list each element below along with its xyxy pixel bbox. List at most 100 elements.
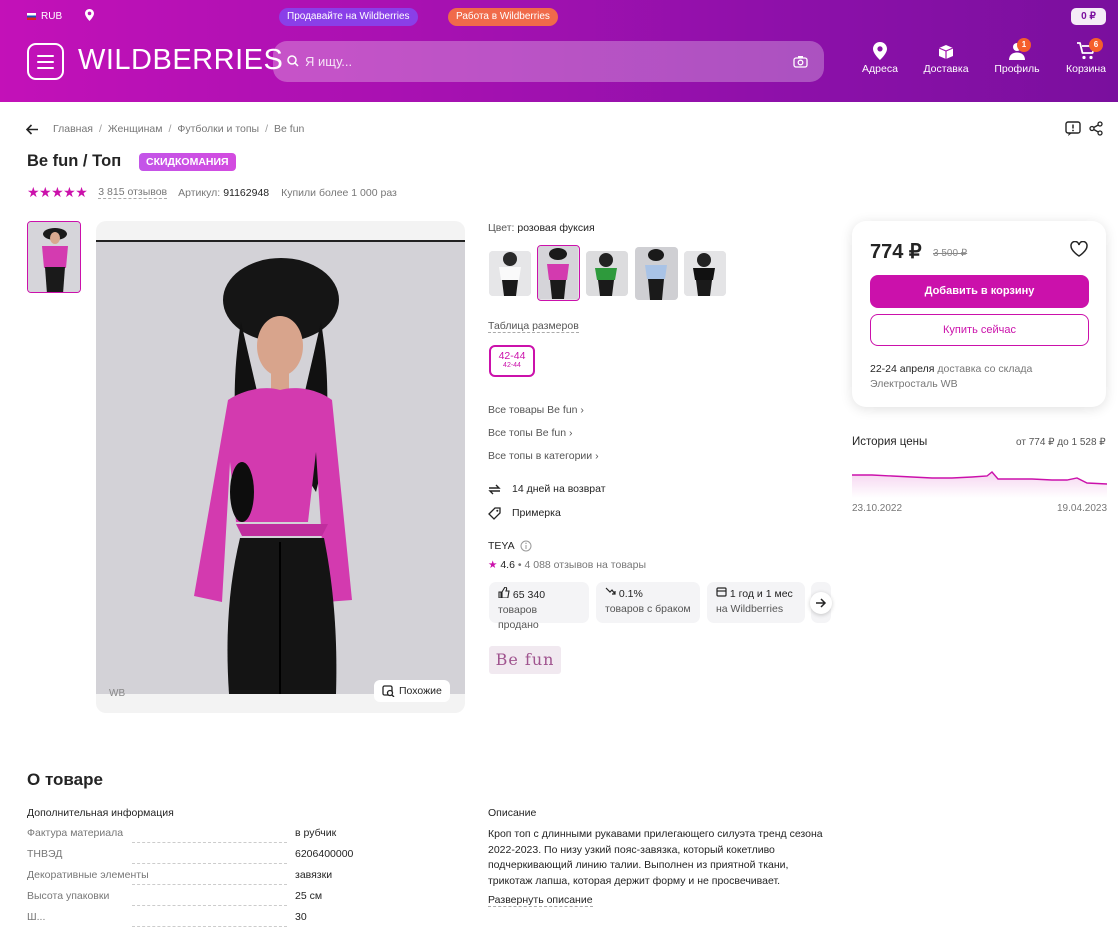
nav-cart[interactable]: Корзина 6 bbox=[1056, 38, 1116, 75]
stat-label: на Wildberries bbox=[716, 603, 784, 615]
similar-search-icon bbox=[382, 685, 395, 697]
russia-flag-icon bbox=[27, 13, 36, 20]
breadcrumb: Главная / Женщинам / Футболки и топы / Be f… bbox=[26, 123, 304, 135]
profile-badge: 1 bbox=[1017, 38, 1031, 52]
search-input[interactable] bbox=[305, 50, 765, 72]
stat-label: товаров с браком bbox=[605, 603, 691, 615]
stat-sold: 65 340 товаров продано bbox=[489, 582, 589, 631]
nav-profile[interactable]: Профиль 1 bbox=[987, 38, 1047, 75]
feature-list: 14 дней на возврат Примерка bbox=[488, 477, 606, 525]
breadcrumb-item[interactable]: Главная bbox=[53, 123, 93, 135]
back-arrow-icon[interactable] bbox=[26, 123, 39, 135]
gallery-thumbnail[interactable] bbox=[27, 221, 81, 293]
info-icon[interactable] bbox=[520, 540, 532, 552]
product-gallery[interactable]: WB Похожие bbox=[96, 221, 465, 713]
stat-value: 0.1% bbox=[618, 588, 643, 600]
arrow-right-icon bbox=[815, 598, 826, 608]
thumbs-up-icon bbox=[498, 586, 510, 599]
description-title: Описание bbox=[488, 807, 537, 819]
product-model-image bbox=[96, 242, 465, 694]
color-label: Цвет: bbox=[488, 222, 515, 234]
work-at-wb-link[interactable]: Работа в Wildberries bbox=[448, 8, 558, 26]
breadcrumb-item[interactable]: Be fun bbox=[274, 123, 304, 135]
buy-now-button[interactable]: Купить сейчас bbox=[870, 314, 1089, 346]
price-history-sparkline[interactable] bbox=[852, 462, 1107, 498]
trend-down-icon bbox=[605, 587, 616, 595]
location-selector[interactable] bbox=[85, 9, 94, 24]
swatch-green-image bbox=[586, 251, 628, 296]
currency-label: RUB bbox=[41, 11, 63, 22]
swatch-white-image bbox=[489, 251, 531, 296]
nav-delivery[interactable]: Доставка bbox=[916, 40, 976, 75]
promo-badge[interactable]: СКИДКОМАНИЯ bbox=[139, 153, 236, 171]
old-price: 3 500 ₽ bbox=[933, 248, 968, 259]
report-icon[interactable] bbox=[1065, 121, 1081, 136]
nav-label: Адреса bbox=[862, 63, 898, 75]
color-swatch-black[interactable] bbox=[684, 251, 726, 296]
search-bar[interactable] bbox=[273, 41, 824, 82]
swatch-black-image bbox=[684, 251, 726, 296]
expand-description-link[interactable]: Развернуть описание bbox=[488, 894, 593, 907]
favorite-heart-icon[interactable] bbox=[1070, 241, 1088, 257]
param-row: Декоративные элементы завязки bbox=[27, 869, 357, 890]
size-option[interactable]: 42-44 42-44 bbox=[489, 345, 535, 377]
site-logo[interactable]: WILDBERRIES bbox=[78, 44, 283, 77]
seller-rating: 4.6 bbox=[500, 559, 515, 571]
color-swatch-white[interactable] bbox=[489, 251, 531, 296]
size-sub: 42-44 bbox=[503, 362, 521, 369]
delivery-box-icon bbox=[938, 45, 954, 59]
return-feature: 14 дней на возврат bbox=[488, 477, 606, 501]
price-history-end-date: 19.04.2023 bbox=[1057, 503, 1108, 514]
return-arrows-icon bbox=[488, 484, 501, 494]
currency-selector[interactable]: RUB bbox=[27, 11, 62, 22]
swatch-light-blue-image bbox=[635, 247, 678, 300]
seller-name[interactable]: TEYA bbox=[488, 540, 515, 552]
nav-label: Корзина bbox=[1066, 63, 1106, 75]
camera-icon[interactable] bbox=[793, 55, 808, 68]
menu-button[interactable] bbox=[27, 43, 64, 80]
nav-label: Доставка bbox=[923, 63, 969, 75]
param-row: ТНВЭД 6206400000 bbox=[27, 848, 357, 869]
similar-button[interactable]: Похожие bbox=[374, 680, 450, 702]
all-category-tops-link[interactable]: Все топы в категории › bbox=[488, 450, 599, 473]
color-swatch-light-blue[interactable] bbox=[635, 247, 678, 300]
product-thumbnail-image bbox=[28, 222, 80, 292]
brand-logo[interactable]: Be fun bbox=[489, 646, 561, 674]
rating-row: ★★★★★ 3 815 отзывов Артикул: 91162948 Ку… bbox=[27, 184, 397, 201]
all-brand-tops-link[interactable]: Все топы Be fun › bbox=[488, 427, 599, 450]
delivery-text: доставка со склада bbox=[937, 363, 1033, 375]
about-title: О товаре bbox=[27, 770, 103, 789]
rating-stars-icon: ★★★★★ bbox=[27, 184, 88, 200]
breadcrumb-item[interactable]: Женщинам bbox=[108, 123, 163, 135]
tag-icon bbox=[488, 506, 501, 520]
product-photo[interactable] bbox=[96, 240, 465, 694]
buy-box: 774 ₽ 3 500 ₽ Добавить в корзину Купить … bbox=[852, 221, 1106, 407]
seller-star-icon: ★ bbox=[488, 559, 498, 571]
sell-on-wb-link[interactable]: Продавайте на Wildberries bbox=[279, 8, 418, 26]
color-swatch-pink[interactable] bbox=[537, 245, 580, 301]
current-price: 774 ₽ bbox=[870, 241, 922, 263]
reviews-link[interactable]: 3 815 отзывов bbox=[98, 186, 168, 199]
search-icon bbox=[287, 55, 299, 67]
all-brand-items-link[interactable]: Все товары Be fun › bbox=[488, 404, 599, 427]
share-icon[interactable] bbox=[1089, 121, 1103, 136]
shop-icon bbox=[716, 587, 727, 597]
stats-next-button[interactable] bbox=[810, 592, 832, 614]
add-to-cart-button[interactable]: Добавить в корзину bbox=[870, 275, 1089, 308]
seller-reviews[interactable]: 4 088 отзывов на товары bbox=[524, 559, 646, 571]
size-main: 42-44 bbox=[498, 350, 526, 362]
product-title: Be fun / Топ bbox=[27, 152, 122, 170]
size-table-link[interactable]: Таблица размеров bbox=[488, 320, 579, 333]
price-history-start-date: 23.10.2022 bbox=[852, 503, 903, 514]
cart-badge: 6 bbox=[1089, 38, 1103, 52]
color-swatch-green[interactable] bbox=[586, 251, 628, 296]
article-number[interactable]: 91162948 bbox=[223, 187, 269, 199]
stat-value: 65 340 bbox=[512, 589, 546, 601]
similar-button-label: Похожие bbox=[399, 685, 442, 697]
param-row: Ш... 30 bbox=[27, 911, 357, 932]
nav-addresses[interactable]: Адреса bbox=[850, 40, 910, 75]
param-row: Высота упаковки 25 см bbox=[27, 890, 357, 911]
page-actions bbox=[1065, 121, 1103, 136]
breadcrumb-item[interactable]: Футболки и топы bbox=[177, 123, 259, 135]
balance-badge[interactable]: 0 ₽ bbox=[1071, 8, 1106, 25]
